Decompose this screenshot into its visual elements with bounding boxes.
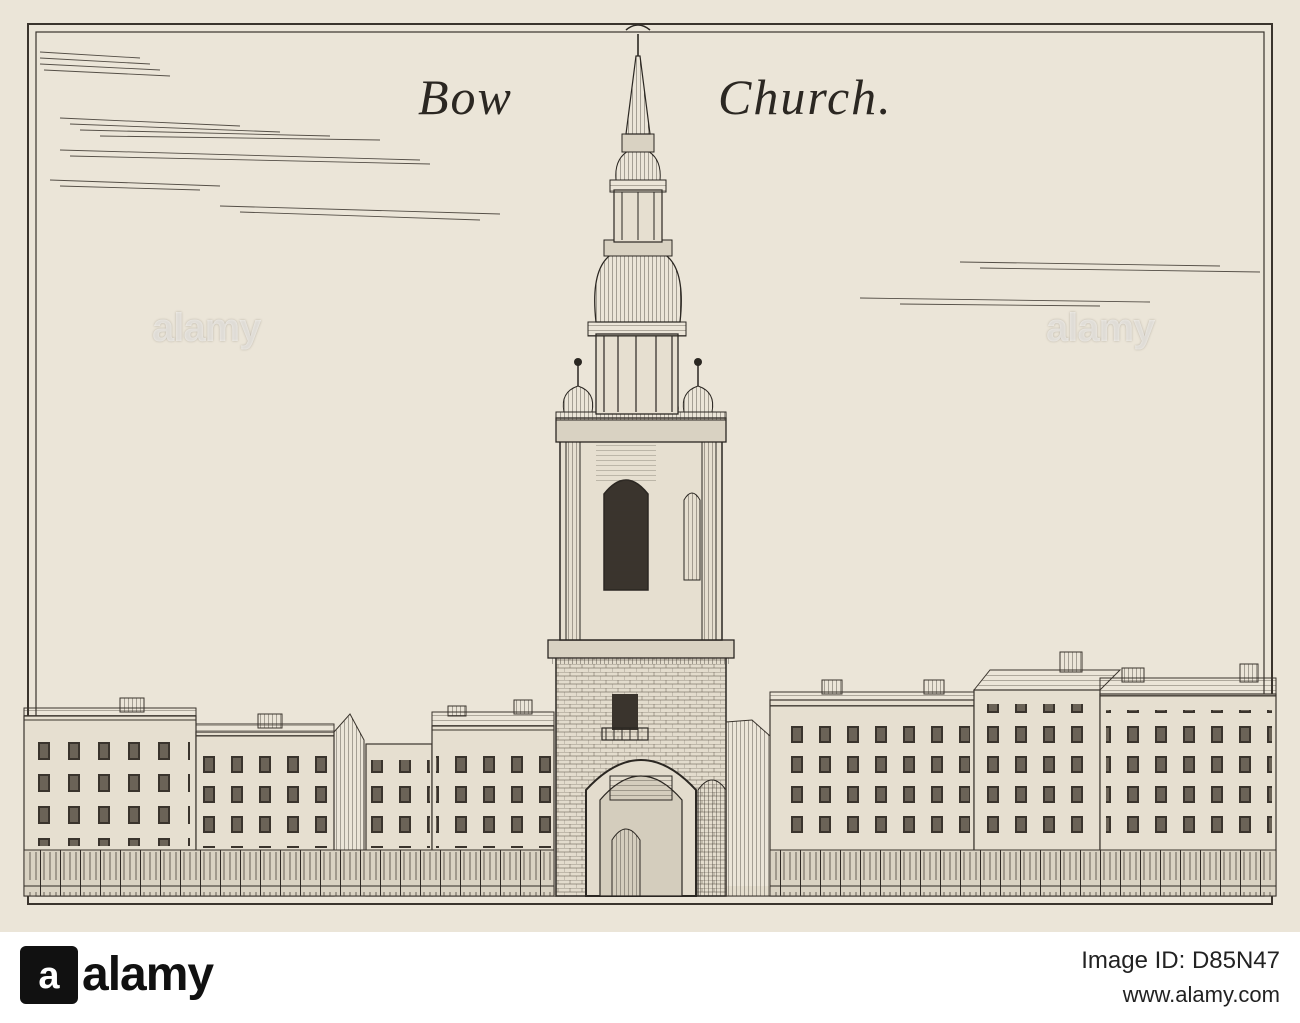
stock-footer-bar: a alamy Image ID: D85N47 www.alamy.com: [0, 932, 1300, 1023]
engraving-title-bow: Bow: [418, 69, 513, 125]
watermark-left: alamy: [152, 306, 261, 350]
watermark-right: alamy: [1046, 306, 1155, 350]
engraving-title-church: Church.: [718, 69, 893, 125]
footer-logo-text: alamy: [82, 948, 214, 1001]
engraving-artwork: [0, 0, 1300, 932]
image-id-label: Image ID: D85N47: [1081, 947, 1280, 974]
footer-url-link[interactable]: www.alamy.com: [1123, 982, 1280, 1008]
left-buildings: [23, 697, 555, 897]
alamy-logo-icon: a: [20, 946, 78, 1004]
svg-text:a: a: [38, 955, 60, 997]
